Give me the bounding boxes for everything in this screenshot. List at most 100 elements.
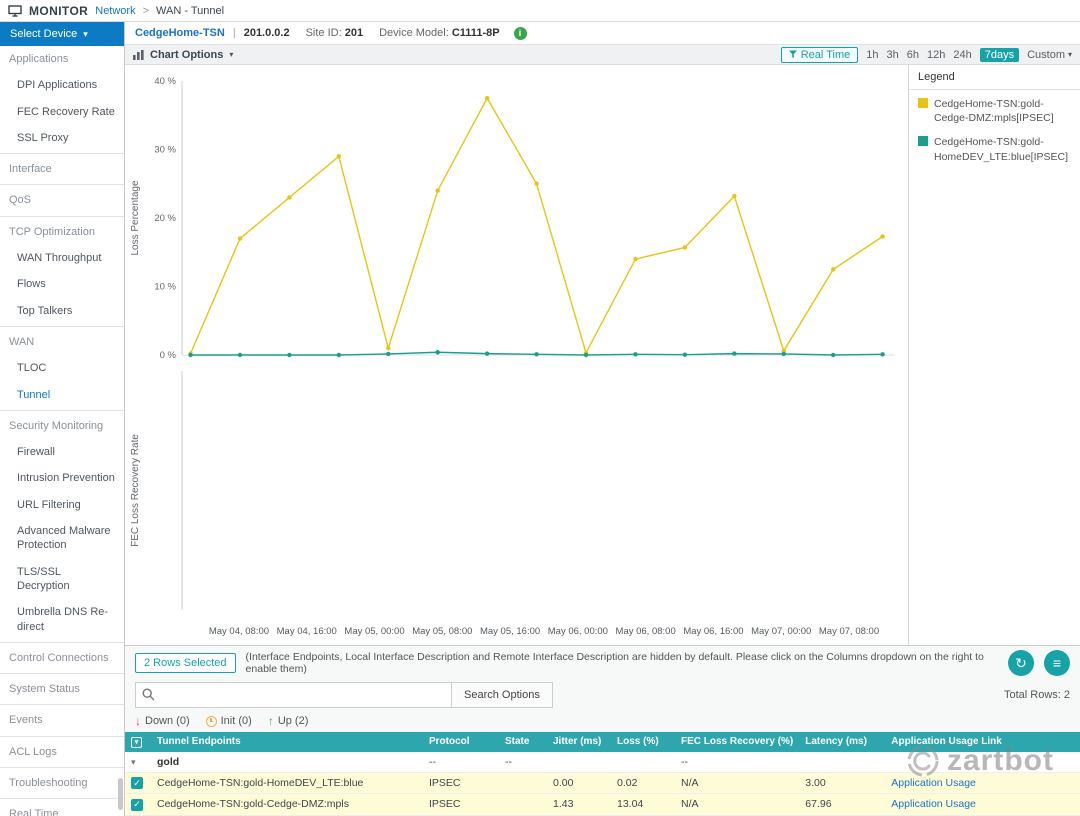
sidebar-item-acl-logs[interactable]: ACL Logs <box>0 739 124 765</box>
legend-label: CedgeHome-TSN:gold-Cedge-DMZ:mpls[IPSEC] <box>934 98 1054 125</box>
column-header-application-usage-link[interactable]: Application Usage Link <box>885 732 1080 752</box>
row-select-cell[interactable]: ✓ <box>125 793 151 816</box>
monitor-icon <box>8 4 22 17</box>
sidebar-divider <box>0 767 124 769</box>
sidebar-item-tunnel[interactable]: Tunnel <box>0 382 124 408</box>
sidebar-item-flows[interactable]: Flows <box>0 271 124 297</box>
sidebar-menu: Applications DPI Applications FEC Recovery… <box>0 46 124 816</box>
group-link-cell <box>885 751 1080 773</box>
status-label: Init (0) <box>220 715 252 727</box>
sidebar-item-events[interactable]: Events <box>0 707 124 733</box>
svg-text:40 %: 40 % <box>154 76 176 87</box>
svg-text:FEC Loss Recovery Rate: FEC Loss Recovery Rate <box>130 434 141 547</box>
sidebar-item-firewall[interactable]: Firewall <box>0 439 124 465</box>
sidebar-item-top-talkers[interactable]: Top Talkers <box>0 298 124 324</box>
column-header-state[interactable]: State <box>499 732 547 752</box>
column-header-jitter-ms[interactable]: Jitter (ms) <box>547 732 611 752</box>
chevron-down-icon: ▾ <box>229 50 234 59</box>
time-range-controls: Real Time 1h 3h 6h 12h 24h 7days Custom ▾ <box>780 46 1072 63</box>
search-options-button[interactable]: Search Options <box>451 682 553 708</box>
custom-range-label: Custom <box>1027 48 1065 61</box>
sidebar-item-tls-ssl-decryption[interactable]: TLS/SSL Decryption <box>0 559 124 600</box>
sidebar-divider <box>0 704 124 706</box>
sidebar-divider <box>0 673 124 675</box>
time-range-24h[interactable]: 24h <box>953 49 971 61</box>
column-header-fec-loss-recovery[interactable]: FEC Loss Recovery (%) <box>675 732 800 752</box>
sidebar-divider <box>0 798 124 800</box>
sidebar-item-wan: WAN <box>9 335 35 348</box>
search-input[interactable] <box>135 682 451 708</box>
legend-item-0[interactable]: CedgeHome-TSN:gold-Cedge-DMZ:mpls[IPSEC] <box>909 90 1080 128</box>
group-name-cell: gold <box>151 751 423 773</box>
tunnel-table: ▾ Tunnel Endpoints Protocol State Jitter (ms… <box>125 732 1080 816</box>
time-range-6h[interactable]: 6h <box>907 49 919 61</box>
sidebar-item-ssl-proxy[interactable]: SSL Proxy <box>0 125 124 151</box>
state-cell <box>499 772 547 794</box>
svg-text:20 %: 20 % <box>154 213 176 224</box>
breadcrumb-network-link[interactable]: Network <box>95 5 135 17</box>
row-select-cell[interactable]: ✓ <box>125 772 151 794</box>
custom-range-button[interactable]: Custom ▾ <box>1027 49 1072 61</box>
info-icon[interactable]: i <box>513 26 527 40</box>
sidebar-scrollbar[interactable] <box>118 778 123 810</box>
rows-selected-badge[interactable]: 2 Rows Selected <box>135 653 236 673</box>
time-range-12h[interactable]: 12h <box>927 49 945 61</box>
sidebar-item-dpi-applications[interactable]: DPI Applications <box>0 72 124 98</box>
chevron-down-icon: ▾ <box>1067 50 1072 59</box>
sidebar-item-applications: Applications <box>9 53 69 65</box>
svg-text:30 %: 30 % <box>154 145 176 156</box>
sidebar-item-qos[interactable]: QoS <box>0 187 124 213</box>
legend-swatch <box>918 136 928 147</box>
row-checkbox: ✓ <box>131 777 143 789</box>
sidebar-item-umbrella-dns-re-direct[interactable]: Umbrella DNS Re-direct <box>0 599 124 640</box>
group-collapse-cell[interactable]: ▾ <box>125 751 151 773</box>
status-down-0[interactable]: ↓ Down (0) <box>135 714 190 728</box>
sidebar-item-troubleshooting[interactable]: Troubleshooting <box>0 770 124 796</box>
legend-item-1[interactable]: CedgeHome-TSN:gold-HomeDEV_LTE:blue[IPSE… <box>909 128 1080 166</box>
svg-text:May 04, 08:00: May 04, 08:00 <box>209 626 269 637</box>
device-name-link[interactable]: CedgeHome-TSN <box>135 27 225 39</box>
real-time-button[interactable]: Real Time <box>780 46 859 63</box>
select-device-button[interactable]: Select Device ▾ <box>0 22 124 46</box>
select-all-header[interactable]: ▾ <box>125 732 151 752</box>
sidebar-item-tloc[interactable]: TLOC <box>0 355 124 381</box>
sidebar-item-system-status[interactable]: System Status <box>0 676 124 702</box>
main-content: CedgeHome-TSN | 201.0.0.2 Site ID: 201 D… <box>125 22 1080 816</box>
sidebar-divider <box>0 641 124 643</box>
select-device-label: Select Device <box>10 28 78 40</box>
sidebar-item-interface[interactable]: Interface <box>0 156 124 182</box>
application-usage-link[interactable]: Application Usage <box>891 777 976 789</box>
svg-text:10 %: 10 % <box>154 282 176 293</box>
sidebar: Select Device ▾ Applications DPI Applicat… <box>0 22 125 816</box>
column-header-tunnel-endpoints[interactable]: Tunnel Endpoints <box>151 732 423 752</box>
time-range-3h[interactable]: 3h <box>887 49 899 61</box>
time-range-1h[interactable]: 1h <box>866 49 878 61</box>
sidebar-item-advanced-malware-protection[interactable]: Advanced Malware Protection <box>0 518 124 559</box>
sidebar-item-control-connections[interactable]: Control Connections <box>0 645 124 671</box>
time-range-list: 1h 3h 6h 12h 24h <box>866 49 971 61</box>
sidebar-item-intrusion-prevention[interactable]: Intrusion Prevention <box>0 465 124 491</box>
chart-options-button[interactable]: Chart Options <box>150 49 223 61</box>
legend-title: Legend <box>909 65 1080 90</box>
sidebar-item-url-filtering[interactable]: URL Filtering <box>0 492 124 518</box>
refresh-button[interactable]: ↻ <box>1008 650 1034 676</box>
status-init-0[interactable]: Init (0) <box>205 715 252 727</box>
latency-cell: 3.00 <box>799 772 886 794</box>
sidebar-item-real-time[interactable]: Real Time <box>0 801 124 816</box>
column-header-loss[interactable]: Loss (%) <box>611 732 675 752</box>
status-up-2[interactable]: ↑ Up (2) <box>268 714 309 728</box>
time-range-7days[interactable]: 7days <box>979 47 1020 62</box>
column-header-protocol[interactable]: Protocol <box>423 732 499 752</box>
state-cell <box>499 793 547 816</box>
column-header-latency-ms[interactable]: Latency (ms) <box>799 732 886 752</box>
search-row: Search Options Total Rows: 2 <box>125 680 1080 710</box>
application-usage-link[interactable]: Application Usage <box>891 798 976 810</box>
device-model-value: C1111-8P <box>451 27 500 39</box>
device-ip: 201.0.0.2 <box>243 27 290 39</box>
sidebar-item-fec-recovery-rate[interactable]: FEC Recovery Rate <box>0 99 124 125</box>
svg-text:May 05, 08:00: May 05, 08:00 <box>412 626 472 637</box>
group-fec-cell: -- <box>675 751 800 773</box>
sidebar-item-wan-throughput[interactable]: WAN Throughput <box>0 245 124 271</box>
site-id-value: 201 <box>344 27 364 39</box>
columns-menu-button[interactable]: ≡ <box>1044 650 1070 676</box>
